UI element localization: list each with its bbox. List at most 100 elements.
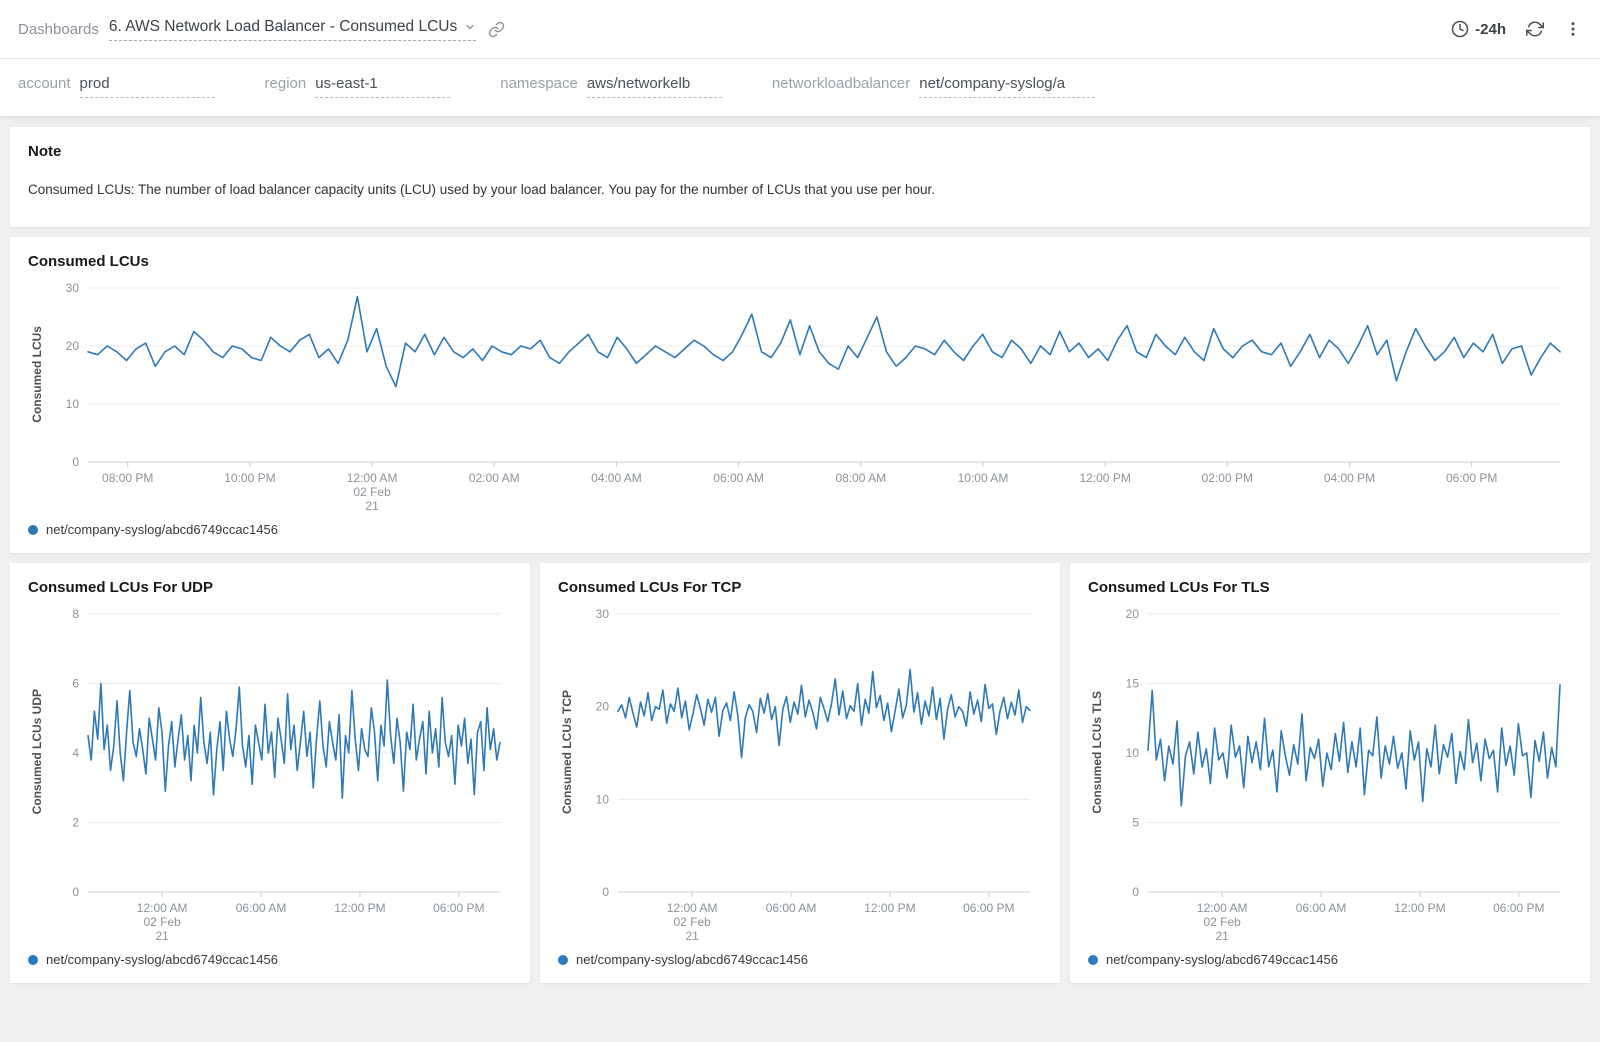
svg-text:12:00 AM: 12:00 AM [137,901,188,915]
svg-text:08:00 AM: 08:00 AM [835,471,886,485]
svg-text:0: 0 [72,455,79,469]
y-axis-label: Consumed LCUs TLS [1090,691,1104,814]
consumed-lcus-tcp-chart[interactable]: 010203012:00 AM02 Feb2106:00 AM12:00 PM0… [576,604,1042,944]
svg-text:06:00 PM: 06:00 PM [1446,471,1497,485]
svg-text:02:00 AM: 02:00 AM [469,471,520,485]
filter-value-account[interactable]: prod [80,75,215,98]
chart-title: Consumed LCUs For TLS [1088,579,1572,596]
svg-text:10:00 AM: 10:00 AM [958,471,1009,485]
filter-bar: account prod region us-east-1 namespace … [0,59,1600,117]
time-range-label: -24h [1475,21,1506,38]
svg-text:12:00 AM: 12:00 AM [1197,901,1248,915]
svg-text:10:00 PM: 10:00 PM [224,471,275,485]
svg-text:06:00 PM: 06:00 PM [963,901,1014,915]
note-panel: Note Consumed LCUs: The number of load b… [10,127,1590,227]
svg-text:06:00 AM: 06:00 AM [766,901,817,915]
svg-text:12:00 PM: 12:00 PM [864,901,915,915]
legend-label: net/company-syslog/abcd6749ccac1456 [576,952,808,967]
svg-text:06:00 PM: 06:00 PM [433,901,484,915]
svg-text:12:00 PM: 12:00 PM [334,901,385,915]
svg-text:4: 4 [72,746,79,760]
svg-text:30: 30 [66,281,80,295]
svg-text:0: 0 [602,885,609,899]
consumed-lcus-tls-chart[interactable]: 0 5 10 15 20 12:00 AM02 Feb21 06:00 AM 12:00 PM… [1106,604,1572,944]
svg-text:04:00 AM: 04:00 AM [591,471,642,485]
filter-value-region[interactable]: us-east-1 [315,75,450,98]
panel-consumed-lcus-tls: Consumed LCUs For TLS Consumed LCUs TLS … [1070,563,1590,983]
filter-label: account [18,75,71,92]
svg-text:10: 10 [596,792,610,806]
svg-text:15: 15 [1126,677,1140,691]
chevron-down-icon [464,21,476,33]
svg-text:20: 20 [596,700,610,714]
share-link-icon[interactable] [488,21,505,38]
filter-label: namespace [500,75,578,92]
filter-label: region [265,75,307,92]
svg-text:21: 21 [365,499,379,513]
y-axis-label: Consumed LCUs UDP [30,689,44,814]
svg-text:04:00 PM: 04:00 PM [1324,471,1375,485]
filter-networkloadbalancer: networkloadbalancer net/company-syslog/a [772,75,1095,98]
svg-text:12:00 PM: 12:00 PM [1079,471,1130,485]
svg-text:5: 5 [1132,816,1139,830]
legend-item[interactable]: net/company-syslog/abcd6749ccac1456 [28,522,1572,537]
svg-text:21: 21 [155,929,169,943]
filter-label: networkloadbalancer [772,75,910,92]
svg-text:8: 8 [72,607,79,621]
svg-text:6: 6 [72,677,79,691]
y-axis-label: Consumed LCUs TCP [560,690,574,814]
svg-text:02:00 PM: 02:00 PM [1202,471,1253,485]
svg-text:0: 0 [1132,885,1139,899]
svg-text:21: 21 [1215,929,1229,943]
y-axis-label: Consumed LCUs [30,326,44,423]
consumed-lcus-udp-chart[interactable]: 0 2 4 6 8 12:00 AM02 Feb21 06:00 AM 12:00 PM 06:… [46,604,512,944]
svg-text:0: 0 [72,885,79,899]
svg-text:02 Feb: 02 Feb [673,915,711,929]
chart-title: Consumed LCUs For UDP [28,579,512,596]
svg-text:12:00 AM: 12:00 AM [667,901,718,915]
chart-title: Consumed LCUs For TCP [558,579,1042,596]
svg-text:08:00 PM: 08:00 PM [102,471,153,485]
panel-consumed-lcus-udp: Consumed LCUs For UDP Consumed LCUs UDP … [10,563,530,983]
page-title: 6. AWS Network Load Balancer - Consumed … [109,18,457,36]
svg-text:12:00 PM: 12:00 PM [1394,901,1445,915]
legend-dot [1088,955,1098,965]
consumed-lcus-chart[interactable]: 010203008:00 PM10:00 PM12:00 AM02 Feb210… [46,278,1572,514]
filter-value-networkloadbalancer[interactable]: net/company-syslog/a [919,75,1095,98]
chart-title: Consumed LCUs [28,253,1572,270]
dashboard-title-dropdown[interactable]: 6. AWS Network Load Balancer - Consumed … [109,18,476,41]
svg-text:02 Feb: 02 Feb [353,485,391,499]
legend-item[interactable]: net/company-syslog/abcd6749ccac1456 [28,952,512,967]
filter-account: account prod [18,75,215,98]
legend-item[interactable]: net/company-syslog/abcd6749ccac1456 [558,952,1042,967]
svg-text:20: 20 [1126,607,1140,621]
svg-text:21: 21 [685,929,699,943]
svg-text:06:00 AM: 06:00 AM [1296,901,1347,915]
filter-namespace: namespace aws/networkelb [500,75,722,98]
legend-dot [28,955,38,965]
svg-text:10: 10 [1126,746,1140,760]
panel-consumed-lcus: Consumed LCUs Consumed LCUs 010203008:00… [10,237,1590,553]
legend-label: net/company-syslog/abcd6749ccac1456 [46,952,278,967]
legend-dot [28,525,38,535]
note-title: Note [28,143,1572,160]
svg-text:06:00 AM: 06:00 AM [236,901,287,915]
dashboard-content: Note Consumed LCUs: The number of load b… [0,117,1600,993]
note-body: Consumed LCUs: The number of load balanc… [28,182,1572,197]
filter-value-namespace[interactable]: aws/networkelb [587,75,722,98]
svg-text:12:00 AM: 12:00 AM [347,471,398,485]
breadcrumb: Dashboards [18,21,99,38]
legend-label: net/company-syslog/abcd6749ccac1456 [1106,952,1338,967]
legend-label: net/company-syslog/abcd6749ccac1456 [46,522,278,537]
legend-dot [558,955,568,965]
refresh-icon[interactable] [1526,20,1544,38]
top-bar: Dashboards 6. AWS Network Load Balancer … [0,0,1600,59]
svg-text:02 Feb: 02 Feb [143,915,181,929]
svg-text:06:00 PM: 06:00 PM [1493,901,1544,915]
legend-item[interactable]: net/company-syslog/abcd6749ccac1456 [1088,952,1572,967]
time-range-selector[interactable]: -24h [1451,20,1506,38]
kebab-menu-icon[interactable] [1564,20,1582,38]
svg-text:2: 2 [72,816,79,830]
svg-text:02 Feb: 02 Feb [1203,915,1241,929]
filter-region: region us-east-1 [265,75,451,98]
